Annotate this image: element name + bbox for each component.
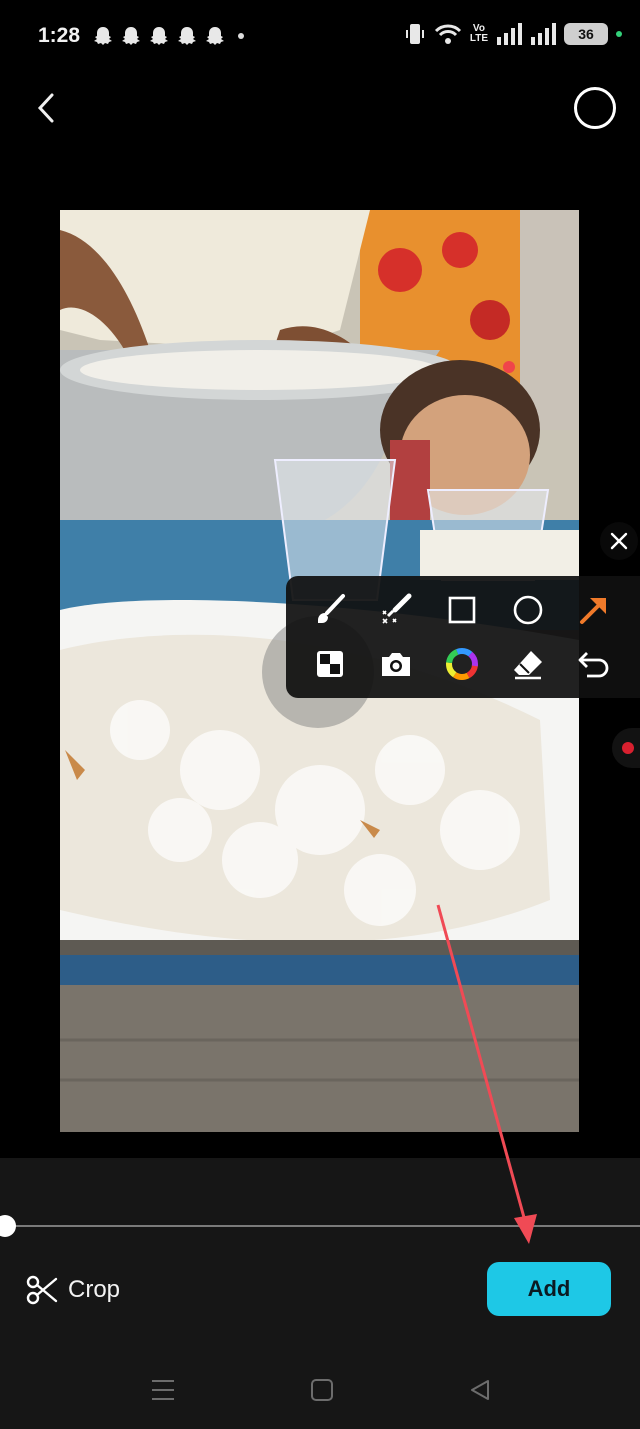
crop-label: Crop xyxy=(68,1276,121,1303)
battery-indicator: 36 xyxy=(564,23,608,45)
system-navigation-bar xyxy=(0,1360,640,1420)
signal-icon xyxy=(497,23,522,45)
scissors-icon xyxy=(26,1275,58,1305)
snapchat-icon xyxy=(206,27,224,45)
wifi-icon xyxy=(434,24,461,44)
snapchat-icon xyxy=(150,27,168,45)
color-wheel-icon xyxy=(446,648,478,680)
undo-icon xyxy=(578,652,609,678)
status-bar: 1:28 Vo LTE 36 xyxy=(0,0,640,74)
snapchat-icon xyxy=(122,27,140,45)
arrow-tool[interactable] xyxy=(570,586,618,634)
highlighter-tool[interactable] xyxy=(372,586,420,634)
circle-tool[interactable] xyxy=(504,586,552,634)
status-time: 1:28 xyxy=(38,24,81,47)
marker-dot xyxy=(503,361,515,373)
notification-icons xyxy=(92,26,244,46)
more-notifications-dot xyxy=(238,33,244,39)
record-indicator[interactable] xyxy=(612,728,640,768)
eraser-icon xyxy=(514,651,542,680)
volte-label: Vo LTE xyxy=(469,23,488,44)
undo-tool[interactable] xyxy=(570,640,618,688)
menu-icon xyxy=(152,1380,174,1400)
mosaic-tool[interactable] xyxy=(306,640,354,688)
brush-icon xyxy=(318,594,345,623)
square-home-icon xyxy=(311,1379,333,1401)
rectangle-tool[interactable] xyxy=(438,586,486,634)
annotation-toolbar xyxy=(286,576,640,698)
signal-icon xyxy=(531,23,556,45)
screenshot-tool[interactable] xyxy=(372,640,420,688)
back-nav-button[interactable] xyxy=(468,1378,492,1407)
square-icon xyxy=(448,596,476,624)
brush-tool[interactable] xyxy=(306,586,354,634)
back-button[interactable] xyxy=(26,88,66,128)
eraser-tool[interactable] xyxy=(504,640,552,688)
snapchat-icon xyxy=(178,27,196,45)
triangle-back-icon xyxy=(471,1380,489,1400)
add-button[interactable]: Add xyxy=(487,1262,611,1316)
close-toolbar-button[interactable] xyxy=(600,522,638,560)
timeline-track[interactable] xyxy=(0,1225,640,1227)
privacy-indicator-dot xyxy=(616,31,622,37)
circle-icon xyxy=(513,595,543,625)
sparkle-brush-icon xyxy=(382,593,412,624)
arrow-icon xyxy=(580,598,606,624)
record-button[interactable] xyxy=(574,87,616,129)
vibrate-icon xyxy=(405,24,424,44)
color-picker-tool[interactable] xyxy=(438,640,486,688)
chevron-left-icon xyxy=(37,93,54,123)
close-icon xyxy=(610,532,628,550)
home-button[interactable] xyxy=(310,1378,334,1407)
crop-button[interactable]: Crop xyxy=(26,1270,120,1310)
status-indicators: Vo LTE 36 xyxy=(404,22,622,46)
recents-button[interactable] xyxy=(150,1378,176,1407)
camera-icon xyxy=(382,653,410,676)
mosaic-icon xyxy=(317,651,343,677)
snapchat-icon xyxy=(94,27,112,45)
